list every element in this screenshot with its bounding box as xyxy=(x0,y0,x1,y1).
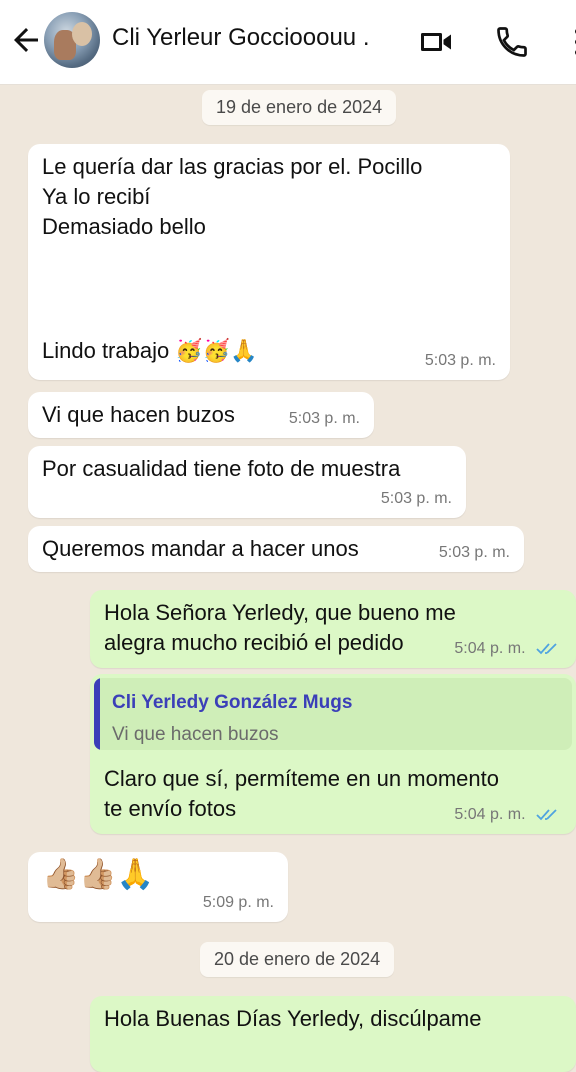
outgoing-message[interactable]: Hola Señora Yerledy, que bueno me alegra… xyxy=(90,590,576,668)
message-time-text: 5:04 p. m. xyxy=(454,806,526,823)
contact-name[interactable]: Cli Yerleur Gocciooouu . xyxy=(112,24,402,52)
quote-author: Cli Yerledy González Mugs xyxy=(112,692,353,713)
message-line: Le quería dar las gracias por el. Pocill… xyxy=(42,154,423,179)
incoming-message[interactable]: Le quería dar las gracias por el. Pocill… xyxy=(28,144,510,380)
message-time: 5:04 p. m. xyxy=(454,634,562,664)
incoming-message[interactable]: Por casualidad tiene foto de muestra 5:0… xyxy=(28,446,466,518)
avatar[interactable] xyxy=(44,12,100,68)
outgoing-message[interactable]: Hola Buenas Días Yerledy, discúlpame xyxy=(90,996,576,1072)
message-time-text: 5:04 p. m. xyxy=(454,640,526,657)
quoted-message[interactable]: Cli Yerledy González Mugs Vi que hacen b… xyxy=(94,678,572,750)
message-line: Lindo trabajo 🥳🥳🙏 xyxy=(42,338,258,363)
date-separator: 19 de enero de 2024 xyxy=(202,90,397,125)
avatar-photo-shape xyxy=(72,22,92,46)
phone-icon[interactable] xyxy=(494,24,530,60)
message-text: Vi que hacen buzos xyxy=(42,402,235,427)
message-time: 5:03 p. m. xyxy=(288,410,360,427)
message-text: Por casualidad tiene foto de muestra xyxy=(42,456,401,481)
read-ticks-icon xyxy=(536,809,557,821)
quote-accent-bar xyxy=(94,678,100,750)
incoming-message[interactable]: Queremos mandar a hacer unos 5:03 p. m. xyxy=(28,526,524,572)
date-separator: 20 de enero de 2024 xyxy=(200,942,395,977)
message-text: Queremos mandar a hacer unos xyxy=(42,536,359,561)
read-ticks-icon xyxy=(536,643,557,655)
chat-header: Cli Yerleur Gocciooouu . xyxy=(0,0,576,85)
message-emoji: 👍🏼👍🏼🙏 xyxy=(42,858,155,891)
message-time: 5:03 p. m. xyxy=(424,352,496,369)
incoming-message[interactable]: 👍🏼👍🏼🙏 5:09 p. m. xyxy=(28,852,288,922)
more-vert-icon[interactable] xyxy=(560,24,576,60)
back-arrow-icon[interactable] xyxy=(8,22,44,58)
message-time: 5:03 p. m. xyxy=(438,544,510,561)
message-line: Hola Señora Yerledy, que bueno me xyxy=(104,600,456,625)
message-line: Ya lo recibí xyxy=(42,184,151,209)
message-text: Hola Buenas Días Yerledy, discúlpame xyxy=(104,1006,482,1031)
video-call-icon[interactable] xyxy=(418,24,454,60)
outgoing-message[interactable]: Cli Yerledy González Mugs Vi que hacen b… xyxy=(90,674,576,834)
incoming-message[interactable]: Vi que hacen buzos 5:03 p. m. xyxy=(28,392,374,438)
message-line: Demasiado bello xyxy=(42,214,206,239)
message-line: te envío fotos xyxy=(104,796,237,821)
message-time: 5:04 p. m. xyxy=(454,800,562,830)
quote-text: Vi que hacen buzos xyxy=(112,724,279,745)
message-time: 5:03 p. m. xyxy=(380,490,452,507)
message-time: 5:09 p. m. xyxy=(202,894,274,911)
message-line: Claro que sí, permíteme en un momento xyxy=(104,766,499,791)
